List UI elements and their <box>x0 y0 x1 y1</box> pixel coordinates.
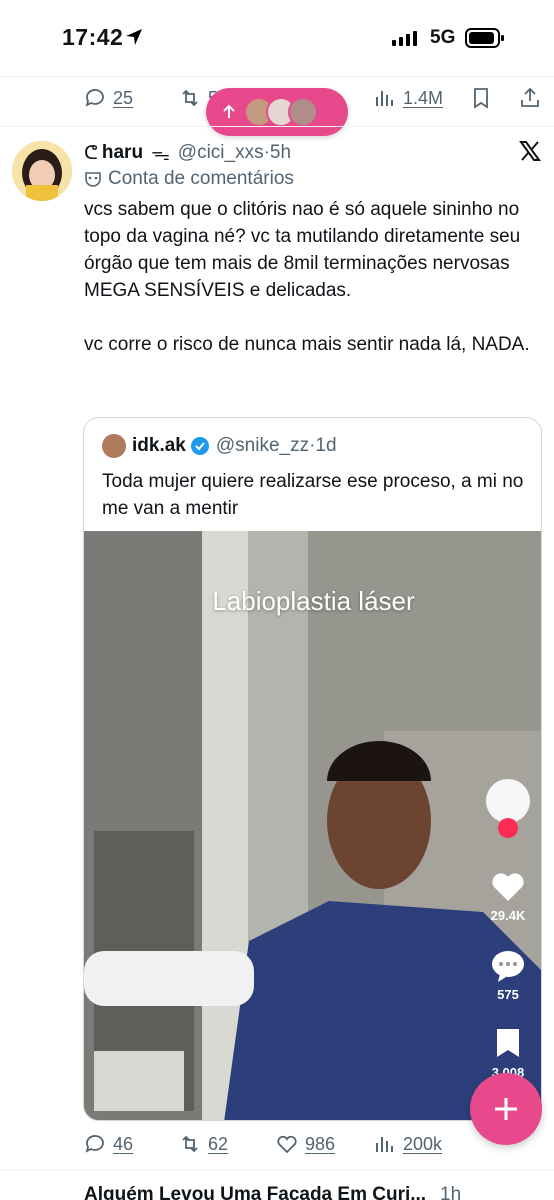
account-label: Conta de comentários <box>84 168 294 190</box>
account-label-text: Conta de comentários <box>108 168 294 189</box>
views-icon <box>376 91 393 106</box>
retweet-icon <box>182 89 198 107</box>
video-like-count: 29.4K <box>490 908 526 923</box>
reply-icon <box>85 1135 104 1153</box>
quote-text: Toda mujer quiere realizarse ese proceso… <box>102 471 524 519</box>
video-frame <box>84 531 541 1120</box>
tweet-time[interactable]: 5h <box>270 142 291 164</box>
prev-reply-count: 25 <box>113 87 134 108</box>
prev-bookmark-button[interactable] <box>469 86 493 110</box>
views-button[interactable]: 200k <box>373 1132 442 1156</box>
views-count: 200k <box>403 1133 443 1154</box>
share-icon <box>521 87 539 107</box>
next-tweet-time: 1h <box>440 1184 462 1200</box>
heart-icon <box>277 1135 297 1154</box>
like-count: 986 <box>305 1133 336 1154</box>
x-logo-icon[interactable] <box>518 139 542 163</box>
quoted-tweet[interactable]: idk.ak @snike_zz · 1d Toda mujer quiere … <box>83 417 542 1121</box>
bookmark-icon <box>474 88 488 109</box>
mask-icon <box>85 172 101 187</box>
next-tweet-title[interactable]: Alguém Levou Uma Facada Em Curi... <box>84 1184 426 1200</box>
pill-avatar <box>288 97 318 127</box>
prev-views-button[interactable]: 1.4M <box>373 86 443 110</box>
video-comment-icon[interactable] <box>486 949 530 983</box>
video-title: Labioplastia láser <box>212 586 415 616</box>
reply-icon <box>85 89 104 107</box>
quote-display-name: idk.ak <box>132 435 186 456</box>
quote-handle: @snike_zz <box>215 435 310 456</box>
tweet-divider <box>0 1170 554 1171</box>
cellular-signal-icon <box>392 30 417 46</box>
prev-reply-button[interactable]: 25 <box>83 86 133 110</box>
views-icon <box>376 1137 393 1152</box>
compose-button[interactable] <box>470 1073 542 1145</box>
tweet-actions: 46 62 986 200k <box>0 1124 554 1164</box>
status-bar: 17:42 5G <box>0 0 554 76</box>
new-posts-pill[interactable] <box>206 88 348 136</box>
reply-button[interactable]: 46 <box>83 1132 133 1156</box>
display-name[interactable]: haru <box>102 142 143 164</box>
location-arrow-icon <box>126 29 142 45</box>
plus-icon <box>495 1098 517 1120</box>
video-like-icon[interactable] <box>486 871 530 903</box>
arrow-up-icon <box>223 104 235 118</box>
tweet-text: vcs sabem que o clitóris nao é só aquele… <box>84 199 530 355</box>
status-time: 17:42 <box>62 24 124 50</box>
prev-views-count: 1.4M <box>403 87 444 108</box>
quote-header: idk.ak @snike_zz · 1d <box>102 434 337 458</box>
video-player[interactable]: Labioplastia láser 29.4K 575 3,008 <box>84 531 541 1120</box>
network-type: 5G <box>430 27 456 48</box>
name-suffix: ᯓ <box>151 144 170 165</box>
quote-time: 1d <box>315 435 337 456</box>
prev-share-button[interactable] <box>518 86 542 110</box>
reply-count: 46 <box>113 1133 134 1154</box>
tweet-header: ᕦ haru ᯓ @cici_xxs · 5h <box>84 142 292 165</box>
video-comment-count: 575 <box>497 987 519 1002</box>
name-prefix: ᕦ <box>84 142 98 164</box>
avatar[interactable] <box>12 141 72 201</box>
verified-badge-icon <box>190 437 209 455</box>
tweet-divider <box>0 126 554 127</box>
quote-avatar <box>102 434 126 458</box>
battery-icon <box>465 28 504 48</box>
retweet-icon <box>182 1135 198 1153</box>
retweet-count: 62 <box>208 1133 229 1154</box>
retweet-button[interactable]: 62 <box>178 1132 228 1156</box>
handle[interactable]: @cici_xxs <box>178 142 264 164</box>
video-save-icon[interactable] <box>486 1027 530 1059</box>
header-divider <box>0 76 554 77</box>
like-button[interactable]: 986 <box>275 1132 335 1156</box>
